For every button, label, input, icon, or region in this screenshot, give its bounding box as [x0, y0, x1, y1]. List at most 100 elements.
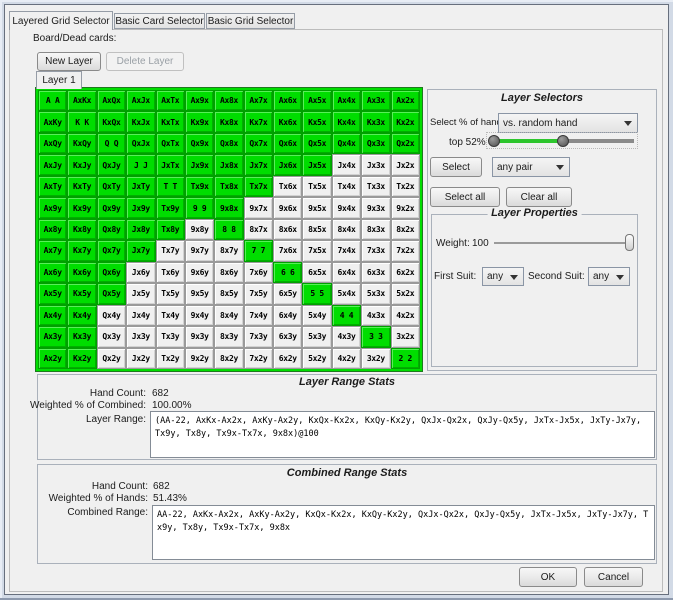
- grid-cell[interactable]: AxJy: [38, 154, 67, 175]
- grid-cell[interactable]: QxJy: [97, 154, 126, 175]
- grid-cell[interactable]: 9x3x: [361, 197, 390, 218]
- grid-cell[interactable]: 6x5x: [302, 262, 331, 283]
- grid-cell[interactable]: Ax9x: [185, 90, 214, 111]
- grid-cell[interactable]: Tx3y: [156, 326, 185, 347]
- grid-cell[interactable]: Ax2x: [391, 90, 420, 111]
- grid-cell[interactable]: AxQx: [97, 90, 126, 111]
- grid-cell[interactable]: JxTy: [126, 176, 155, 197]
- grid-cell[interactable]: Ax4x: [332, 90, 361, 111]
- grid-cell[interactable]: 4x3x: [361, 305, 390, 326]
- vs-dropdown[interactable]: vs. random hand: [498, 113, 638, 133]
- grid-cell[interactable]: Tx9y: [156, 197, 185, 218]
- grid-cell[interactable]: Jx7y: [126, 240, 155, 261]
- grid-cell[interactable]: Tx9x: [185, 176, 214, 197]
- grid-cell[interactable]: 4x2x: [391, 305, 420, 326]
- grid-cell[interactable]: Kx4y: [67, 305, 96, 326]
- grid-cell[interactable]: Jx8y: [126, 219, 155, 240]
- grid-cell[interactable]: Ax7y: [38, 240, 67, 261]
- grid-cell[interactable]: 6x3y: [273, 326, 302, 347]
- grid-cell[interactable]: Jx2y: [126, 348, 155, 369]
- grid-cell[interactable]: Jx9y: [126, 197, 155, 218]
- grid-cell[interactable]: Qx6x: [273, 133, 302, 154]
- grid-cell[interactable]: AxTy: [38, 176, 67, 197]
- slider-thumb[interactable]: [625, 234, 634, 251]
- grid-cell[interactable]: 9x4x: [332, 197, 361, 218]
- grid-cell[interactable]: Kx3x: [361, 111, 390, 132]
- grid-cell[interactable]: 6x5y: [273, 283, 302, 304]
- grid-cell[interactable]: 2 2: [391, 348, 420, 369]
- grid-cell[interactable]: Tx6x: [273, 176, 302, 197]
- grid-cell[interactable]: Jx7x: [244, 154, 273, 175]
- grid-cell[interactable]: 6x2x: [391, 262, 420, 283]
- grid-cell[interactable]: 7x2x: [391, 240, 420, 261]
- tab-basic-grid-selector[interactable]: Basic Grid Selector: [206, 13, 295, 29]
- grid-cell[interactable]: 9x5x: [302, 197, 331, 218]
- grid-cell[interactable]: Kx7y: [67, 240, 96, 261]
- grid-cell[interactable]: KxQx: [97, 111, 126, 132]
- grid-cell[interactable]: Ax5x: [302, 90, 331, 111]
- grid-cell[interactable]: 5x2y: [302, 348, 331, 369]
- grid-cell[interactable]: 7x6x: [273, 240, 302, 261]
- grid-cell[interactable]: J J: [126, 154, 155, 175]
- grid-cell[interactable]: QxTx: [156, 133, 185, 154]
- grid-cell[interactable]: Qx9y: [97, 197, 126, 218]
- grid-cell[interactable]: 9x8x: [214, 197, 243, 218]
- grid-cell[interactable]: KxTx: [156, 111, 185, 132]
- grid-cell[interactable]: Q Q: [97, 133, 126, 154]
- grid-cell[interactable]: 9x8y: [185, 219, 214, 240]
- grid-cell[interactable]: Qx8y: [97, 219, 126, 240]
- grid-cell[interactable]: Tx7x: [244, 176, 273, 197]
- grid-cell[interactable]: Qx8x: [214, 133, 243, 154]
- grid-cell[interactable]: 4 4: [332, 305, 361, 326]
- grid-cell[interactable]: Jx5y: [126, 283, 155, 304]
- grid-cell[interactable]: QxTy: [97, 176, 126, 197]
- grid-cell[interactable]: Kx2y: [67, 348, 96, 369]
- grid-cell[interactable]: 8x4y: [214, 305, 243, 326]
- grid-cell[interactable]: Jx3x: [361, 154, 390, 175]
- grid-cell[interactable]: Jx2x: [391, 154, 420, 175]
- grid-cell[interactable]: 8x7x: [244, 219, 273, 240]
- grid-cell[interactable]: Ax6y: [38, 262, 67, 283]
- pair-dropdown[interactable]: any pair: [492, 157, 570, 177]
- grid-cell[interactable]: Tx2x: [391, 176, 420, 197]
- first-suit-dropdown[interactable]: any: [482, 267, 524, 286]
- grid-cell[interactable]: Ax2y: [38, 348, 67, 369]
- grid-cell[interactable]: 7x5y: [244, 283, 273, 304]
- grid-cell[interactable]: Kx8y: [67, 219, 96, 240]
- grid-cell[interactable]: KxJy: [67, 154, 96, 175]
- grid-cell[interactable]: 9x7y: [185, 240, 214, 261]
- grid-cell[interactable]: Qx2x: [391, 133, 420, 154]
- tab-layer-1[interactable]: Layer 1: [36, 71, 82, 89]
- grid-cell[interactable]: 8x6y: [214, 262, 243, 283]
- grid-cell[interactable]: Qx2y: [97, 348, 126, 369]
- grid-cell[interactable]: KxQy: [67, 133, 96, 154]
- grid-cell[interactable]: 9x6y: [185, 262, 214, 283]
- combined-range-textarea[interactable]: AA-22, AxKx-Ax2x, AxKy-Ax2y, KxQx-Kx2x, …: [152, 505, 655, 560]
- grid-cell[interactable]: Jx4x: [332, 154, 361, 175]
- grid-cell[interactable]: 3x2x: [391, 326, 420, 347]
- grid-cell[interactable]: Tx6y: [156, 262, 185, 283]
- grid-cell[interactable]: 7 7: [244, 240, 273, 261]
- grid-cell[interactable]: T T: [156, 176, 185, 197]
- grid-cell[interactable]: 7x3x: [361, 240, 390, 261]
- grid-cell[interactable]: AxKy: [38, 111, 67, 132]
- grid-cell[interactable]: 7x5x: [302, 240, 331, 261]
- grid-cell[interactable]: Ax7x: [244, 90, 273, 111]
- grid-cell[interactable]: 7x3y: [244, 326, 273, 347]
- grid-cell[interactable]: 6x4y: [273, 305, 302, 326]
- grid-cell[interactable]: Jx3y: [126, 326, 155, 347]
- grid-cell[interactable]: Ax3y: [38, 326, 67, 347]
- grid-cell[interactable]: K K: [67, 111, 96, 132]
- grid-cell[interactable]: 5 5: [302, 283, 331, 304]
- grid-cell[interactable]: Kx9y: [67, 197, 96, 218]
- slider-thumb-low[interactable]: [488, 135, 500, 147]
- grid-cell[interactable]: Jx6y: [126, 262, 155, 283]
- grid-cell[interactable]: Jx4y: [126, 305, 155, 326]
- grid-cell[interactable]: 8x3x: [361, 219, 390, 240]
- grid-cell[interactable]: Kx6x: [273, 111, 302, 132]
- grid-cell[interactable]: QxJx: [126, 133, 155, 154]
- grid-cell[interactable]: Tx8x: [214, 176, 243, 197]
- grid-cell[interactable]: 5x3y: [302, 326, 331, 347]
- grid-cell[interactable]: 8 8: [214, 219, 243, 240]
- clear-all-button[interactable]: Clear all: [506, 187, 572, 207]
